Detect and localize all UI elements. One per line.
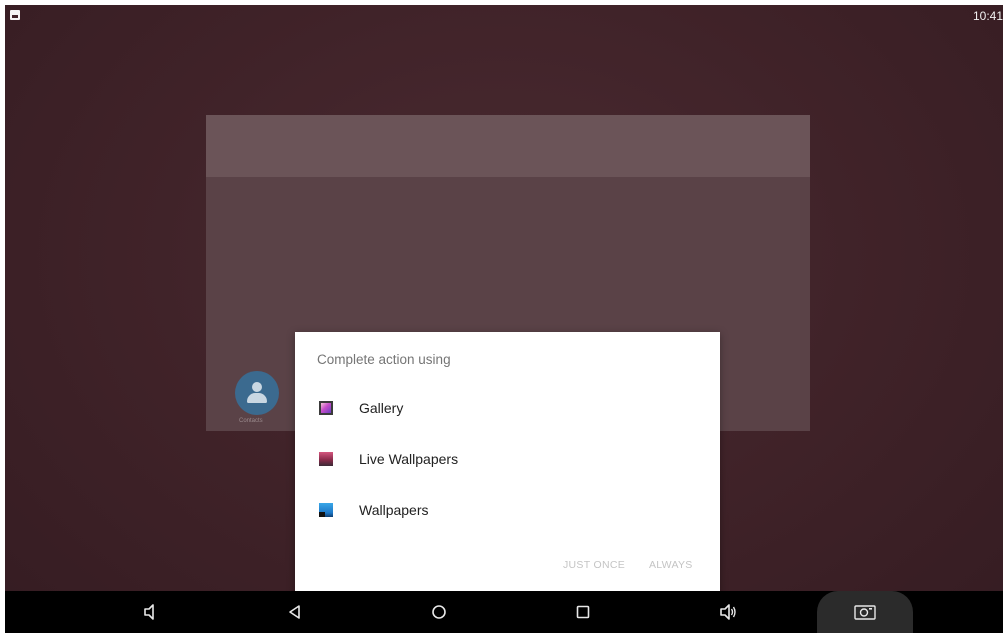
recents-button[interactable] (562, 591, 604, 633)
volume-down-button[interactable] (130, 591, 172, 633)
home-button[interactable] (418, 591, 460, 633)
app-option-label: Live Wallpapers (359, 451, 459, 467)
screenshot-icon (854, 605, 876, 620)
home-icon (432, 605, 446, 619)
chooser-dialog: Complete action using Gallery Live Wallp… (295, 332, 720, 596)
live-wallpapers-icon (319, 452, 333, 466)
always-button[interactable]: ALWAYS (649, 559, 693, 571)
screenshot-button[interactable] (817, 591, 913, 633)
back-button[interactable] (274, 591, 316, 633)
app-option-live-wallpapers[interactable]: Live Wallpapers (295, 435, 720, 485)
volume-up-button[interactable] (707, 591, 749, 633)
volume-up-icon (720, 604, 736, 620)
just-once-button[interactable]: JUST ONCE (563, 559, 625, 571)
app-option-wallpapers[interactable]: Wallpapers (295, 486, 720, 536)
contact-label: Contacts (239, 418, 263, 424)
recents-icon (576, 605, 590, 619)
contact-avatar-icon[interactable] (235, 371, 279, 415)
recent-app-card-header (206, 115, 810, 177)
wallpapers-icon (319, 503, 333, 517)
status-bar: 10:41 (5, 5, 1003, 27)
home-screen: 10:41 Contacts Complete action using Gal… (5, 5, 1003, 633)
back-icon (289, 605, 300, 619)
navigation-bar (5, 591, 1003, 633)
app-option-label: Gallery (359, 400, 404, 416)
dialog-title: Complete action using (317, 352, 451, 367)
gallery-icon (319, 401, 333, 415)
status-time: 10:41 (972, 9, 1003, 23)
app-option-label: Wallpapers (359, 502, 429, 518)
app-option-gallery[interactable]: Gallery (295, 384, 720, 434)
image-notification-icon (10, 10, 20, 20)
volume-down-icon (144, 604, 154, 620)
